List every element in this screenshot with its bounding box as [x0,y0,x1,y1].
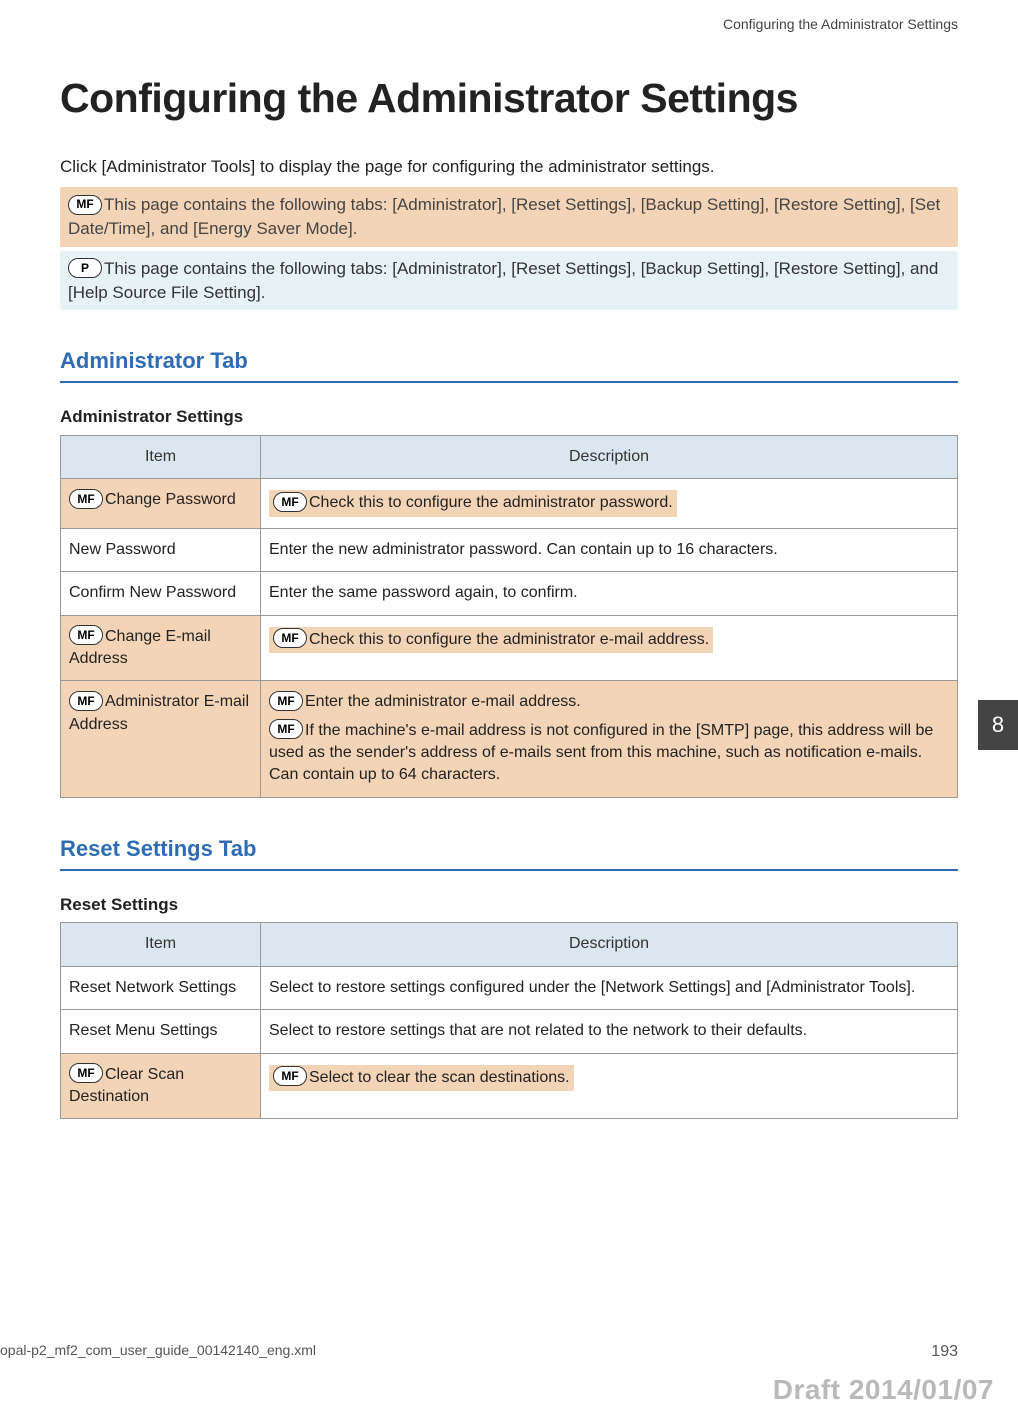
table-row: Confirm New Password Enter the same pass… [61,572,958,615]
table-row: Reset Network Settings Select to restore… [61,966,958,1009]
callout-p-text: This page contains the following tabs: [… [68,259,938,302]
footer-page-number: 193 [931,1341,958,1363]
cell-desc: MFEnter the administrator e-mail address… [261,681,958,798]
callout-mf-text: This page contains the following tabs: [… [68,195,940,238]
desc-text: Enter the administrator e-mail address. [305,693,581,710]
desc-text-2: If the machine's e-mail address is not c… [269,722,933,784]
intro-text: Click [Administrator Tools] to display t… [60,155,958,179]
callout-p: PThis page contains the following tabs: … [60,251,958,311]
cell-item: Reset Menu Settings [61,1010,261,1053]
cell-desc: MFCheck this to configure the administra… [261,479,958,528]
cell-item: MFChange E-mail Address [61,615,261,681]
cell-desc: MFSelect to clear the scan destinations. [261,1053,958,1119]
table-reset-settings: Item Description Reset Network Settings … [60,922,958,1119]
draft-watermark: Draft 2014/01/07 [773,1370,994,1409]
table-row: MFAdministrator E-mail Address MFEnter t… [61,681,958,798]
cell-item: MFClear Scan Destination [61,1053,261,1119]
col-header-item: Item [61,923,261,966]
desc-text: Check this to configure the administrato… [309,631,709,648]
cell-desc: Enter the new administrator password. Ca… [261,528,958,571]
table-row: MFChange E-mail Address MFCheck this to … [61,615,958,681]
running-header: Configuring the Administrator Settings [723,15,958,35]
mf-badge-icon: MF [273,628,307,648]
table-admin-settings: Item Description MFChange Password MFChe… [60,435,958,798]
mf-badge-icon: MF [69,1063,103,1083]
p-badge-icon: P [68,258,102,278]
mf-badge-icon: MF [269,719,303,739]
col-header-desc: Description [261,435,958,478]
cell-desc: Enter the same password again, to confir… [261,572,958,615]
sub-heading-reset-settings: Reset Settings [60,893,958,917]
table-row: MFClear Scan Destination MFSelect to cle… [61,1053,958,1119]
item-label: Change Password [105,491,236,508]
cell-desc: Select to restore settings configured un… [261,966,958,1009]
table-row: New Password Enter the new administrator… [61,528,958,571]
mf-badge-icon: MF [273,492,307,512]
mf-badge-icon: MF [69,691,103,711]
mf-badge-icon: MF [69,625,103,645]
sub-heading-admin-settings: Administrator Settings [60,405,958,429]
cell-desc: Select to restore settings that are not … [261,1010,958,1053]
desc-text: Check this to configure the administrato… [309,494,673,511]
col-header-desc: Description [261,923,958,966]
table-row: MFChange Password MFCheck this to config… [61,479,958,528]
cell-desc: MFCheck this to configure the administra… [261,615,958,681]
page-footer: opal-p2_mf2_com_user_guide_00142140_eng.… [0,1341,958,1363]
callout-mf: MFThis page contains the following tabs:… [60,187,958,247]
cell-item: Reset Network Settings [61,966,261,1009]
cell-item: MFChange Password [61,479,261,528]
mf-badge-icon: MF [68,195,102,215]
desc-text: Select to clear the scan destinations. [309,1069,570,1086]
table-header-row: Item Description [61,435,958,478]
section-heading-reset: Reset Settings Tab [60,834,958,871]
section-heading-admin: Administrator Tab [60,346,958,383]
cell-item: MFAdministrator E-mail Address [61,681,261,798]
chapter-side-tab: 8 [978,700,1018,750]
page-title: Configuring the Administrator Settings [60,70,958,127]
cell-item: New Password [61,528,261,571]
cell-item: Confirm New Password [61,572,261,615]
table-row: Reset Menu Settings Select to restore se… [61,1010,958,1053]
mf-badge-icon: MF [273,1066,307,1086]
mf-badge-icon: MF [269,691,303,711]
table-header-row: Item Description [61,923,958,966]
col-header-item: Item [61,435,261,478]
footer-filename: opal-p2_mf2_com_user_guide_00142140_eng.… [0,1341,316,1363]
mf-badge-icon: MF [69,489,103,509]
